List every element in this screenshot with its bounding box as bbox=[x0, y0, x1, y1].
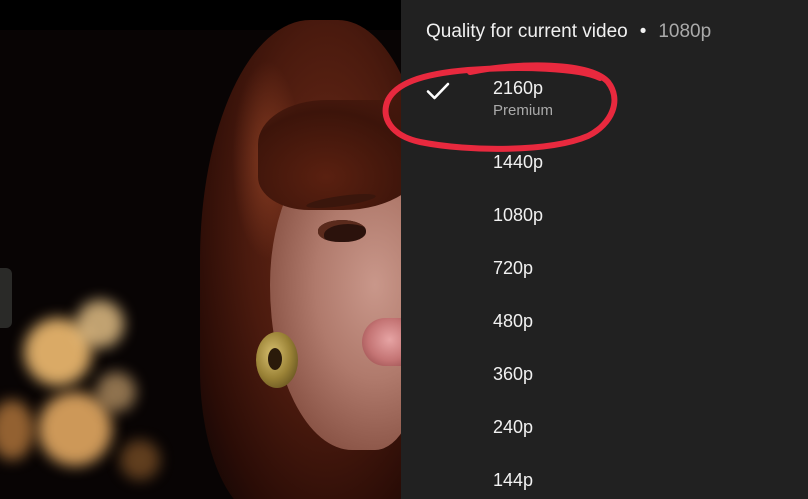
header-separator-dot: • bbox=[639, 21, 647, 42]
checkmark-icon bbox=[426, 82, 450, 100]
quality-option-720p[interactable]: 720p bbox=[401, 258, 808, 288]
quality-option-1440p[interactable]: 1440p bbox=[401, 152, 808, 182]
quality-option-144p[interactable]: 144p bbox=[401, 470, 808, 499]
current-quality-value: 1080p bbox=[658, 21, 712, 42]
left-edge-handle[interactable] bbox=[0, 268, 12, 328]
quality-option-sublabel: Premium bbox=[493, 102, 554, 119]
quality-option-360p[interactable]: 360p bbox=[401, 364, 808, 394]
quality-option-label: 480p bbox=[493, 311, 534, 331]
quality-option-label: 720p bbox=[493, 258, 534, 278]
quality-option-2160p[interactable]: 2160p Premium bbox=[401, 78, 808, 128]
quality-option-label: 144p bbox=[493, 470, 534, 490]
quality-option-label: 360p bbox=[493, 364, 534, 384]
bokeh-light bbox=[96, 372, 136, 412]
quality-option-label: 1080p bbox=[493, 205, 544, 225]
bokeh-light bbox=[120, 440, 160, 480]
quality-settings-panel: Quality for current video • 1080p 2160p … bbox=[401, 0, 808, 499]
quality-panel-header: Quality for current video • 1080p bbox=[426, 18, 711, 46]
quality-option-label: 2160p bbox=[493, 78, 544, 98]
quality-option-480p[interactable]: 480p bbox=[401, 311, 808, 341]
quality-option-label: 1440p bbox=[493, 152, 544, 172]
screen: Quality for current video • 1080p 2160p … bbox=[0, 0, 808, 499]
quality-panel-title: Quality for current video bbox=[426, 21, 628, 42]
bokeh-light bbox=[76, 300, 124, 348]
subject-eye bbox=[318, 220, 366, 242]
quality-option-240p[interactable]: 240p bbox=[401, 417, 808, 447]
quality-option-label: 240p bbox=[493, 417, 534, 437]
subject-earring bbox=[256, 332, 298, 388]
quality-option-1080p[interactable]: 1080p bbox=[401, 205, 808, 235]
bokeh-light bbox=[0, 400, 34, 460]
